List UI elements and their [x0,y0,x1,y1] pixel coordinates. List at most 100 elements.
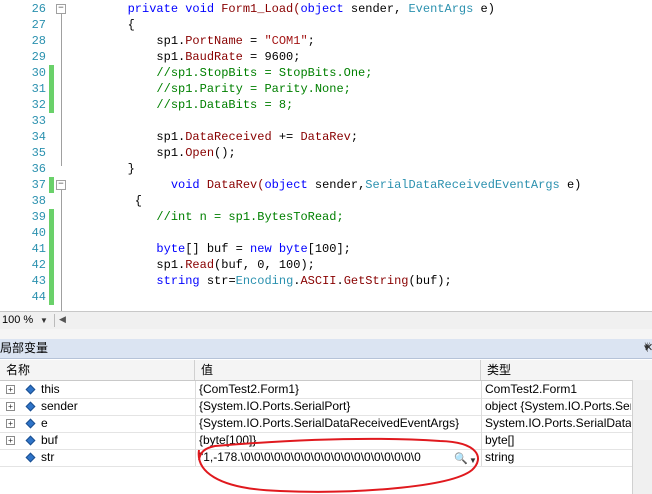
code-line[interactable]: 33 [0,113,652,129]
code-token: BaudRate [185,50,243,64]
variable-value[interactable]: {byte[100]} [199,432,477,449]
grid-line [481,398,482,415]
locals-row[interactable]: + this {ComTest2.Form1} ComTest2.Form1 [0,381,652,399]
code-token: "COM1" [264,34,308,48]
locals-row[interactable]: str "1,-178.\0\0\0\0\0\0\0\0\0\0\0\0\0\0\… [0,449,652,467]
locals-row[interactable]: + buf {byte[100]} byte[] [0,432,652,450]
close-icon[interactable]: ✕ [644,339,652,358]
code-token: += [271,130,301,144]
code-token: e) [566,178,582,192]
code-token: PortName [185,34,243,48]
code-token: (); [214,146,236,160]
variable-value[interactable]: {System.IO.Ports.SerialPort} [199,398,477,415]
code-line[interactable]: 34 sp1.DataReceived += DataRev; [0,129,652,145]
code-token: ; [350,130,359,144]
code-line[interactable]: 37− void DataRev(object sender,SerialDat… [0,177,652,193]
code-token: ASCII [300,274,337,288]
code-token: sp1. [156,130,186,144]
expand-plus-icon[interactable]: + [6,436,15,445]
code-text[interactable]: { [70,193,142,209]
change-marker [49,289,54,305]
expand-plus-icon[interactable]: + [6,402,15,411]
code-line[interactable]: 28 sp1.PortName = "COM1"; [0,33,652,49]
fold-guide [61,14,62,166]
code-text[interactable]: sp1.BaudRate = 9600; [70,49,300,65]
line-number: 37 [31,178,46,192]
code-token: Encoding [235,274,294,288]
grid-line [481,449,482,466]
column-header-value[interactable]: 值 [195,360,481,380]
code-text[interactable]: { [70,17,135,33]
locals-row[interactable]: + e {System.IO.Ports.SerialDataReceivedEve… [0,415,652,433]
chevron-down-icon[interactable]: ▼ [40,316,48,325]
code-token: //sp1.Parity = Parity.None; [156,82,351,96]
expand-plus-icon[interactable]: + [6,385,15,394]
variable-value[interactable]: {System.IO.Ports.SerialDataReceivedEvent… [199,415,477,432]
collapse-icon[interactable]: − [56,4,66,14]
code-text[interactable]: sp1.Open(); [70,145,236,161]
code-line[interactable]: 39 //int n = sp1.BytesToRead; [0,209,652,225]
code-token: DataRev [300,130,351,144]
code-text[interactable]: //sp1.Parity = Parity.None; [70,81,351,97]
change-marker [49,65,54,81]
code-line[interactable]: 38 { [0,193,652,209]
code-line[interactable]: 27 { [0,17,652,33]
column-header-name[interactable]: 名称 [0,360,195,380]
code-line[interactable]: 30 //sp1.StopBits = StopBits.One; [0,65,652,81]
code-text[interactable]: } [70,161,135,177]
code-line[interactable]: 35 sp1.Open(); [0,145,652,161]
code-token: byte [156,242,186,256]
code-token: SerialDataReceivedEventArgs [365,178,567,192]
line-number: 38 [31,194,46,208]
code-text[interactable]: sp1.DataReceived += DataRev; [70,129,358,145]
visualizer-dropdown-icon[interactable]: ▼ [469,452,477,469]
code-line[interactable]: 31 //sp1.Parity = Parity.None; [0,81,652,97]
code-line[interactable]: 29 sp1.BaudRate = 9600; [0,49,652,65]
line-number: 27 [31,18,46,32]
code-text[interactable]: sp1.Read(buf, 0, 100); [70,257,314,273]
code-text[interactable]: //int n = sp1.BytesToRead; [70,209,343,225]
locals-row[interactable]: + sender {System.IO.Ports.SerialPort} objec… [0,398,652,416]
expand-plus-icon[interactable]: + [6,419,15,428]
grid-line [481,432,482,449]
code-text[interactable]: void DataRev(object sender,SerialDataRec… [70,177,582,193]
code-token: . [336,274,344,288]
magnifier-icon[interactable]: 🔍 [454,451,468,468]
code-line[interactable]: 41 byte[] buf = new byte[100]; [0,241,652,257]
locals-vertical-scrollbar[interactable] [632,380,652,494]
code-token: string [156,274,207,288]
code-token: Form1_Load( [221,2,301,16]
grid-line [195,449,196,466]
column-header-type[interactable]: 类型 [481,360,632,380]
code-text[interactable]: //sp1.DataBits = 8; [70,97,293,113]
code-line[interactable]: 32 //sp1.DataBits = 8; [0,97,652,113]
scroll-left-icon[interactable]: ◀ [59,314,66,325]
code-text[interactable]: private void Form1_Load(object sender, E… [70,1,495,17]
code-text[interactable]: string str=Encoding.ASCII.GetString(buf)… [70,273,451,289]
locals-title-bar: 局部变量 ▾ᛘ✕ [0,339,652,359]
code-text[interactable]: sp1.PortName = "COM1"; [70,33,314,49]
code-line[interactable]: 26− private void Form1_Load(object sende… [0,1,652,17]
code-line[interactable]: 40 [0,225,652,241]
line-number: 42 [31,258,46,272]
variable-value[interactable]: "1,-178.\0\0\0\0\0\0\0\0\0\0\0\0\0\0\0\0… [199,449,452,466]
splitter[interactable] [0,329,652,339]
field-diamond-icon [25,384,36,395]
editor-horizontal-scrollbar[interactable]: 100 % ▼ ◀ [0,311,652,329]
code-line[interactable]: 42 sp1.Read(buf, 0, 100); [0,257,652,273]
collapse-icon[interactable]: − [56,180,66,190]
code-line[interactable]: 36 } [0,161,652,177]
code-line[interactable]: 43 string str=Encoding.ASCII.GetString(b… [0,273,652,289]
code-text[interactable]: //sp1.StopBits = StopBits.One; [70,65,372,81]
change-marker [49,97,54,113]
code-token: private void [127,2,222,16]
code-token: e) [480,2,495,16]
variable-value[interactable]: {ComTest2.Form1} [199,381,477,398]
code-text[interactable]: byte[] buf = new byte[100]; [70,241,350,257]
code-line[interactable]: 44 [0,289,652,305]
code-editor[interactable]: 26− private void Form1_Load(object sende… [0,0,652,311]
